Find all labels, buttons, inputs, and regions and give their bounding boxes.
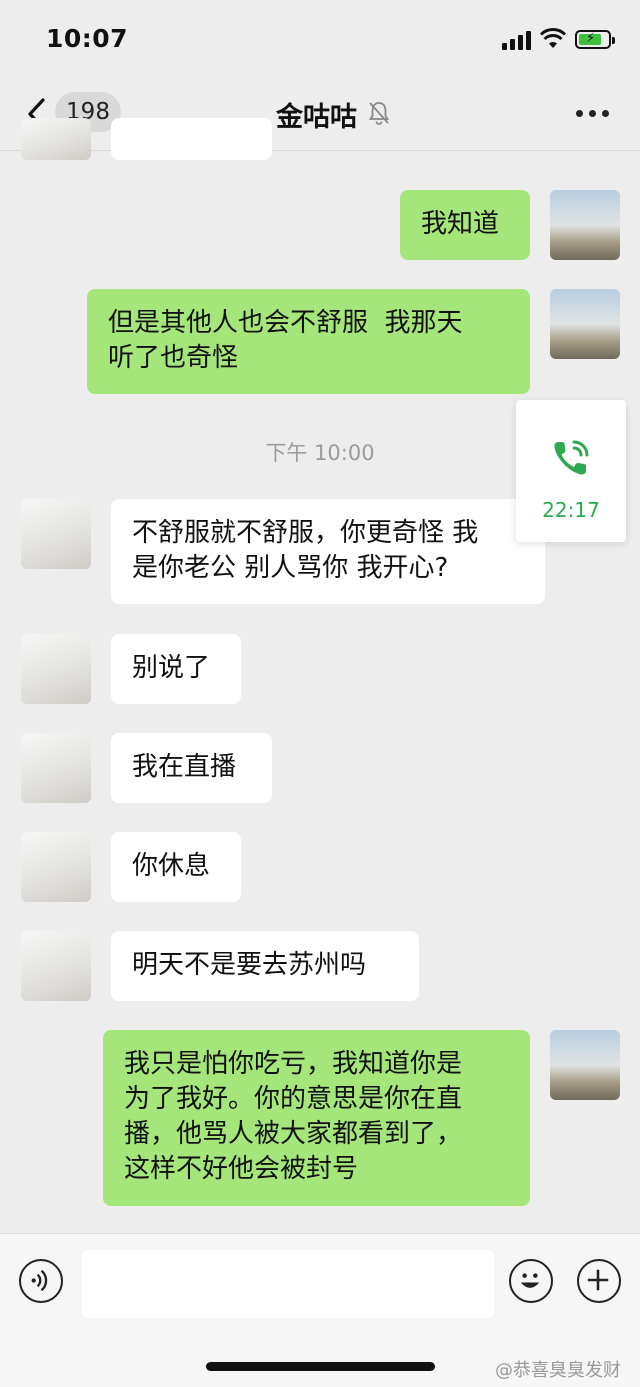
more-functions-button[interactable] <box>577 1259 621 1303</box>
contact-avatar[interactable] <box>21 832 91 902</box>
chat-title[interactable]: 金咕咕 <box>276 95 357 134</box>
my-avatar[interactable] <box>550 190 620 260</box>
incoming-message-bubble: 不舒服就不舒服，你更奇怪 我 是你老公 别人骂你 我开心? <box>111 499 545 604</box>
plus-icon <box>587 1269 609 1291</box>
wifi-icon <box>540 28 566 48</box>
emoji-icon <box>520 1273 540 1288</box>
incoming-message-bubble: 别说了 <box>111 634 241 704</box>
outgoing-message-bubble: 但是其他人也会不舒服 我那天 听了也奇怪 <box>87 289 530 394</box>
more-options-icon[interactable] <box>576 110 610 118</box>
call-duration: 22:17 <box>542 498 600 522</box>
battery-charging-icon: ⚡ <box>575 30 615 49</box>
incoming-message-bubble: 明天不是要去苏州吗 <box>111 931 419 1001</box>
contact-avatar[interactable] <box>21 118 91 160</box>
muted-bell-icon <box>368 102 390 125</box>
incoming-message-bubble <box>111 118 272 160</box>
incoming-message-bubble: 我在直播 <box>111 733 272 803</box>
phone-call-icon <box>554 440 589 475</box>
my-avatar[interactable] <box>550 289 620 359</box>
contact-avatar[interactable] <box>21 499 91 569</box>
contact-avatar[interactable] <box>21 931 91 1001</box>
outgoing-message-bubble: 我知道 <box>400 190 530 260</box>
voice-icon <box>31 1269 48 1292</box>
chat-header: 198 金咕咕 <box>0 80 640 151</box>
voice-input-button[interactable] <box>19 1259 63 1303</box>
emoji-button[interactable] <box>509 1259 553 1303</box>
home-indicator[interactable] <box>206 1362 435 1371</box>
ongoing-call-float[interactable]: 22:17 <box>516 400 626 542</box>
weibo-watermark: @恭喜臭臭发财 <box>495 1360 621 1381</box>
contact-avatar[interactable] <box>21 634 91 704</box>
my-avatar[interactable] <box>550 1030 620 1100</box>
cellular-signal-icon <box>502 30 532 50</box>
incoming-message-bubble: 你休息 <box>111 832 241 902</box>
message-input[interactable] <box>82 1250 494 1318</box>
status-bar: 10:07 ⚡ <box>0 0 640 80</box>
outgoing-message-bubble: 我只是怕你吃亏，我知道你是 为了我好。你的意思是你在直 播，他骂人被大家都看到了… <box>103 1030 530 1206</box>
status-time: 10:07 <box>46 24 129 53</box>
contact-avatar[interactable] <box>21 733 91 803</box>
